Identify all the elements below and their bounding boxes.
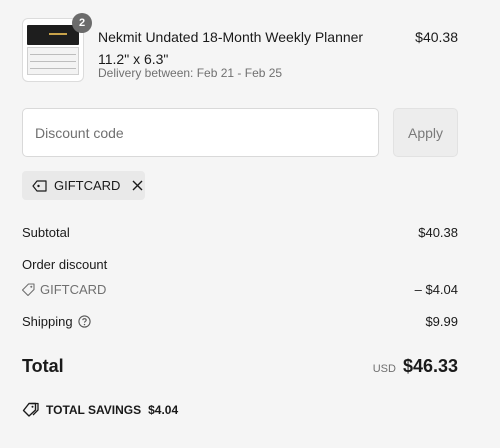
savings-value: $4.04 (148, 402, 179, 417)
shipping-value: $9.99 (425, 314, 458, 329)
tag-icon (32, 179, 48, 193)
total-label: Total (22, 356, 64, 376)
currency-code: USD (372, 363, 396, 375)
order-discount-label: Order discount (22, 257, 108, 272)
apply-discount-button[interactable]: Apply (393, 108, 458, 157)
tag-icon (22, 283, 35, 296)
subtotal-label: Subtotal (22, 225, 70, 240)
quantity-badge: 2 (72, 13, 92, 33)
cart-line-item: 2 Nekmit Undated 18-Month Weekly Planner… (22, 13, 458, 82)
shipping-label: Shipping (22, 314, 73, 329)
savings-tag-icon (22, 402, 39, 417)
subtotal-value: $40.38 (418, 225, 458, 240)
applied-discount-code: GIFTCARD (54, 178, 121, 193)
discount-code-name: GIFTCARD (40, 282, 107, 297)
question-circle-icon[interactable] (77, 315, 91, 328)
total-value-group: USD $46.33 (373, 356, 458, 377)
discount-value: – $4.04 (414, 282, 458, 297)
delivery-window: Delivery between: Feb 21 - Feb 25 (98, 66, 283, 80)
product-price: $40.38 (415, 29, 458, 45)
product-thumbnail: 2 (22, 13, 92, 82)
total-amount: $46.33 (402, 356, 458, 376)
savings-label: TOTAL SAVINGS (46, 402, 142, 417)
total-savings: TOTAL SAVINGS $4.04 (22, 402, 178, 417)
applied-discount-chip: GIFTCARD (22, 171, 145, 200)
product-title: Nekmit Undated 18-Month Weekly Planner 1… (98, 29, 364, 67)
close-icon[interactable] (132, 180, 143, 191)
discount-code-input[interactable] (22, 108, 379, 157)
